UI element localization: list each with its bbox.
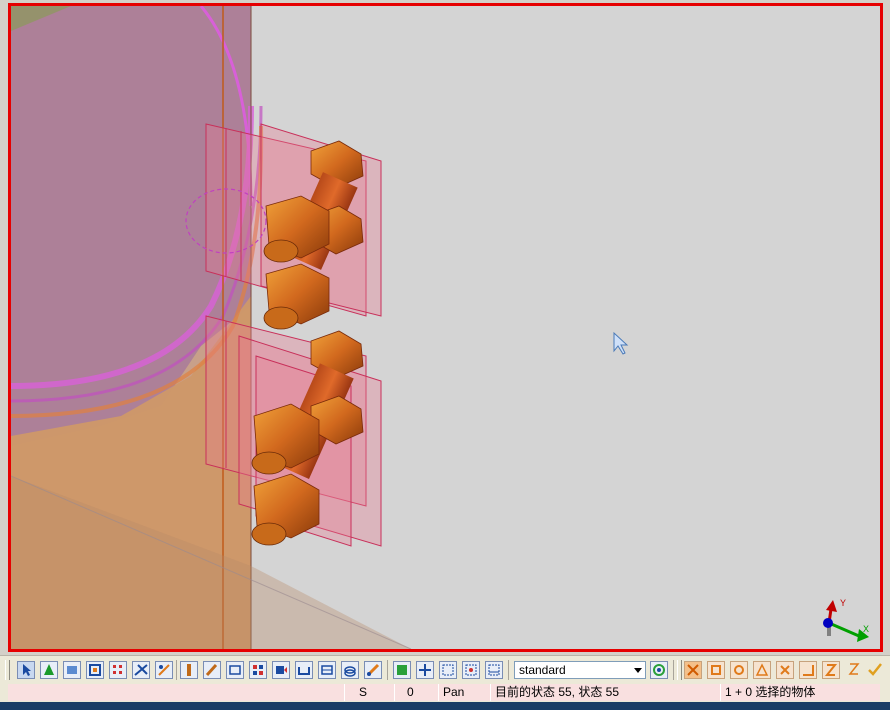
select-weld-icon [158, 664, 170, 676]
select-surface-button[interactable] [63, 661, 81, 679]
snap-geometry-icon [711, 665, 721, 675]
snap-geometry-button[interactable] [707, 661, 725, 679]
axis-y-label: Y [840, 598, 846, 608]
snap-intersection-icon [780, 665, 790, 675]
status-prompt [8, 684, 344, 701]
select-group-button[interactable] [295, 661, 313, 679]
snap-intersection-button[interactable] [776, 661, 794, 679]
toolbar-grip[interactable] [5, 660, 10, 680]
select-assembly-icon [229, 665, 241, 675]
snap-toggle-button[interactable] [846, 661, 864, 679]
view-select-dropdown[interactable]: standard [514, 661, 646, 679]
select-cut-button[interactable] [132, 661, 150, 679]
select-weld-button[interactable] [155, 661, 173, 679]
bottom-toolbar: standard [0, 655, 890, 683]
snap-perpendicular-icon [803, 665, 814, 676]
select-component-button[interactable] [203, 661, 221, 679]
select-group-icon [298, 667, 310, 675]
select-part-icon [44, 664, 54, 675]
view-fit-icon [442, 664, 454, 676]
select-object-icon [89, 664, 101, 676]
select-pointer-button[interactable] [17, 661, 35, 679]
select-pointer-icon [23, 664, 31, 676]
view-pan-button[interactable] [416, 661, 434, 679]
snap-reference-icon [687, 664, 699, 676]
select-grid-button[interactable] [109, 661, 127, 679]
status-phase: 目前的状态 55, 状态 55 [490, 684, 720, 701]
view-zoom-icon [397, 665, 407, 675]
status-count: 0 [394, 684, 438, 701]
select-hole-icon [344, 666, 356, 677]
view-rotate-button[interactable] [462, 661, 480, 679]
arrow-cursor-icon [613, 331, 629, 355]
snap-reference-button[interactable] [684, 661, 702, 679]
select-pour-button[interactable] [364, 661, 382, 679]
view-fit-button[interactable] [439, 661, 457, 679]
axis-triad-icon: X Y [823, 598, 869, 642]
select-single-button[interactable] [272, 661, 290, 679]
select-cut-icon [134, 664, 148, 676]
select-bolt-button[interactable] [318, 661, 336, 679]
select-pour-icon [366, 663, 380, 677]
select-single-icon [276, 666, 287, 674]
view-properties-icon [653, 664, 665, 676]
select-in-component-icon [253, 665, 263, 675]
snap-center-button[interactable] [730, 661, 748, 679]
select-surface-icon [67, 666, 77, 674]
status-command: Pan [438, 684, 490, 701]
view-select-value: standard [519, 663, 566, 677]
status-selection: 1 + 0 选择的物体 [720, 684, 880, 701]
view-work-area-button[interactable] [485, 661, 503, 679]
snap-perpendicular-button[interactable] [799, 661, 817, 679]
status-bar: S 0 Pan 目前的状态 55, 状态 55 1 + 0 选择的物体 [0, 683, 890, 702]
status-snap-mode: S [344, 684, 394, 701]
snap-midpoint-icon [755, 663, 769, 676]
select-component-icon [205, 663, 218, 677]
view-properties-button[interactable] [650, 661, 668, 679]
model-scene[interactable]: X Y [11, 6, 880, 649]
select-object-button[interactable] [86, 661, 104, 679]
model-viewport[interactable]: X Y [8, 3, 883, 652]
checkmark-icon [868, 663, 882, 676]
snap-nearest-button[interactable] [822, 661, 840, 679]
select-reinforcement-icon [187, 664, 191, 676]
view-pan-icon [419, 664, 431, 676]
select-part-button[interactable] [40, 661, 58, 679]
select-grid-icon [113, 665, 122, 674]
snap-nearest-icon [824, 664, 838, 676]
view-zoom-button[interactable] [393, 661, 411, 679]
select-reinforcement-button[interactable] [180, 661, 198, 679]
taskbar-edge [0, 702, 890, 710]
view-rotate-icon [465, 664, 477, 676]
view-work-area-icon [488, 664, 500, 676]
axis-x-label: X [863, 624, 869, 634]
select-hole-button[interactable] [341, 661, 359, 679]
select-in-component-button[interactable] [249, 661, 267, 679]
snap-toggle-icon [848, 663, 860, 675]
select-bolt-icon [321, 665, 333, 675]
confirm-button[interactable] [867, 661, 885, 679]
snap-midpoint-button[interactable] [753, 661, 771, 679]
chevron-down-icon [634, 668, 642, 673]
snap-center-icon [734, 665, 744, 675]
select-assembly-button[interactable] [226, 661, 244, 679]
